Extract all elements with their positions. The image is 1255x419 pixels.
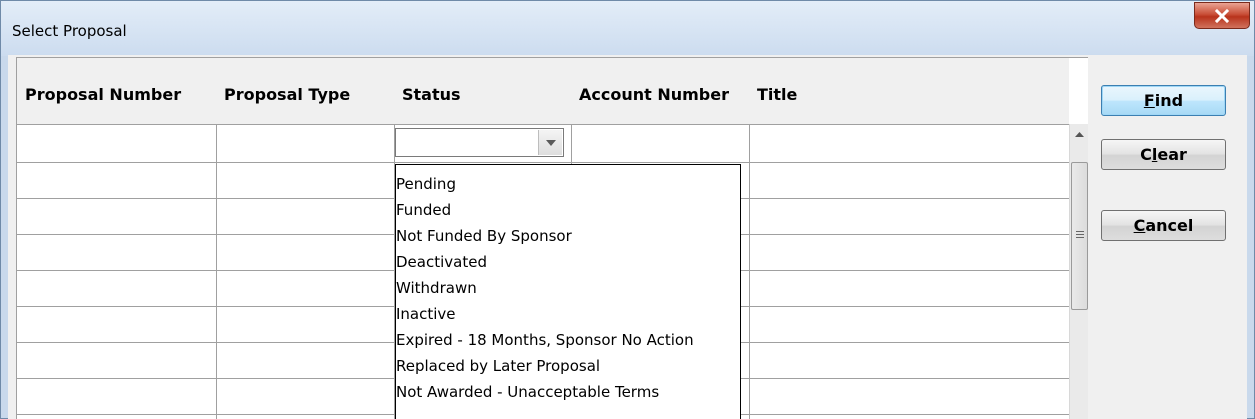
dropdown-option-pending[interactable]: Pending [396, 171, 740, 197]
column-header-title[interactable]: Title [749, 58, 1069, 124]
cancel-button-mnemonic: C [1133, 216, 1146, 235]
dropdown-option-not-awarded[interactable]: Not Awarded - Unacceptable Terms [396, 379, 740, 405]
grip-icon [1076, 231, 1084, 238]
dropdown-option-inactive[interactable]: Inactive [396, 301, 740, 327]
find-button[interactable]: Find [1101, 85, 1226, 116]
close-x-icon [1214, 8, 1230, 23]
chevron-down-icon [545, 139, 556, 146]
close-button[interactable] [1194, 2, 1250, 29]
clear-button[interactable]: Cl ear [1101, 139, 1226, 170]
grid-header: Proposal Number Proposal Type Status Acc… [17, 58, 1069, 124]
grid-column-line [216, 124, 217, 419]
column-header-status[interactable]: Status [394, 58, 571, 124]
clear-button-prefix: C [1140, 145, 1152, 164]
dropdown-option-deactivated[interactable]: Deactivated [396, 249, 740, 275]
grid-column-line [749, 124, 750, 419]
status-filter-combobox[interactable] [395, 128, 564, 157]
scroll-thumb[interactable] [1071, 162, 1088, 310]
column-header-account-number[interactable]: Account Number [571, 58, 749, 124]
title-bar[interactable]: Select Proposal [1, 1, 1254, 56]
cancel-button-rest: ancel [1145, 216, 1194, 235]
column-header-proposal-number[interactable]: Proposal Number [17, 58, 216, 124]
dropdown-option-expired[interactable]: Expired - 18 Months, Sponsor No Action [396, 327, 740, 353]
window-title: Select Proposal [12, 22, 127, 40]
cancel-button[interactable]: Cancel [1101, 210, 1226, 241]
vertical-scrollbar[interactable] [1069, 124, 1088, 419]
dropdown-option-not-funded[interactable]: Not Funded By Sponsor [396, 223, 740, 249]
find-button-rest: ind [1154, 91, 1184, 110]
dropdown-button[interactable] [538, 130, 562, 155]
scroll-up-arrow-icon[interactable] [1070, 124, 1088, 144]
grid-row-line [17, 162, 1069, 163]
grid-row-line [17, 124, 1069, 125]
dropdown-option-replaced[interactable]: Replaced by Later Proposal [396, 353, 740, 379]
clear-button-rest: ear [1157, 145, 1187, 164]
find-button-mnemonic: F [1143, 91, 1155, 110]
dropdown-option-funded[interactable]: Funded [396, 197, 740, 223]
dropdown-option-withdrawn[interactable]: Withdrawn [396, 275, 740, 301]
status-dropdown-list[interactable]: Pending Funded Not Funded By Sponsor Dea… [395, 164, 741, 419]
column-header-proposal-type[interactable]: Proposal Type [216, 58, 394, 124]
